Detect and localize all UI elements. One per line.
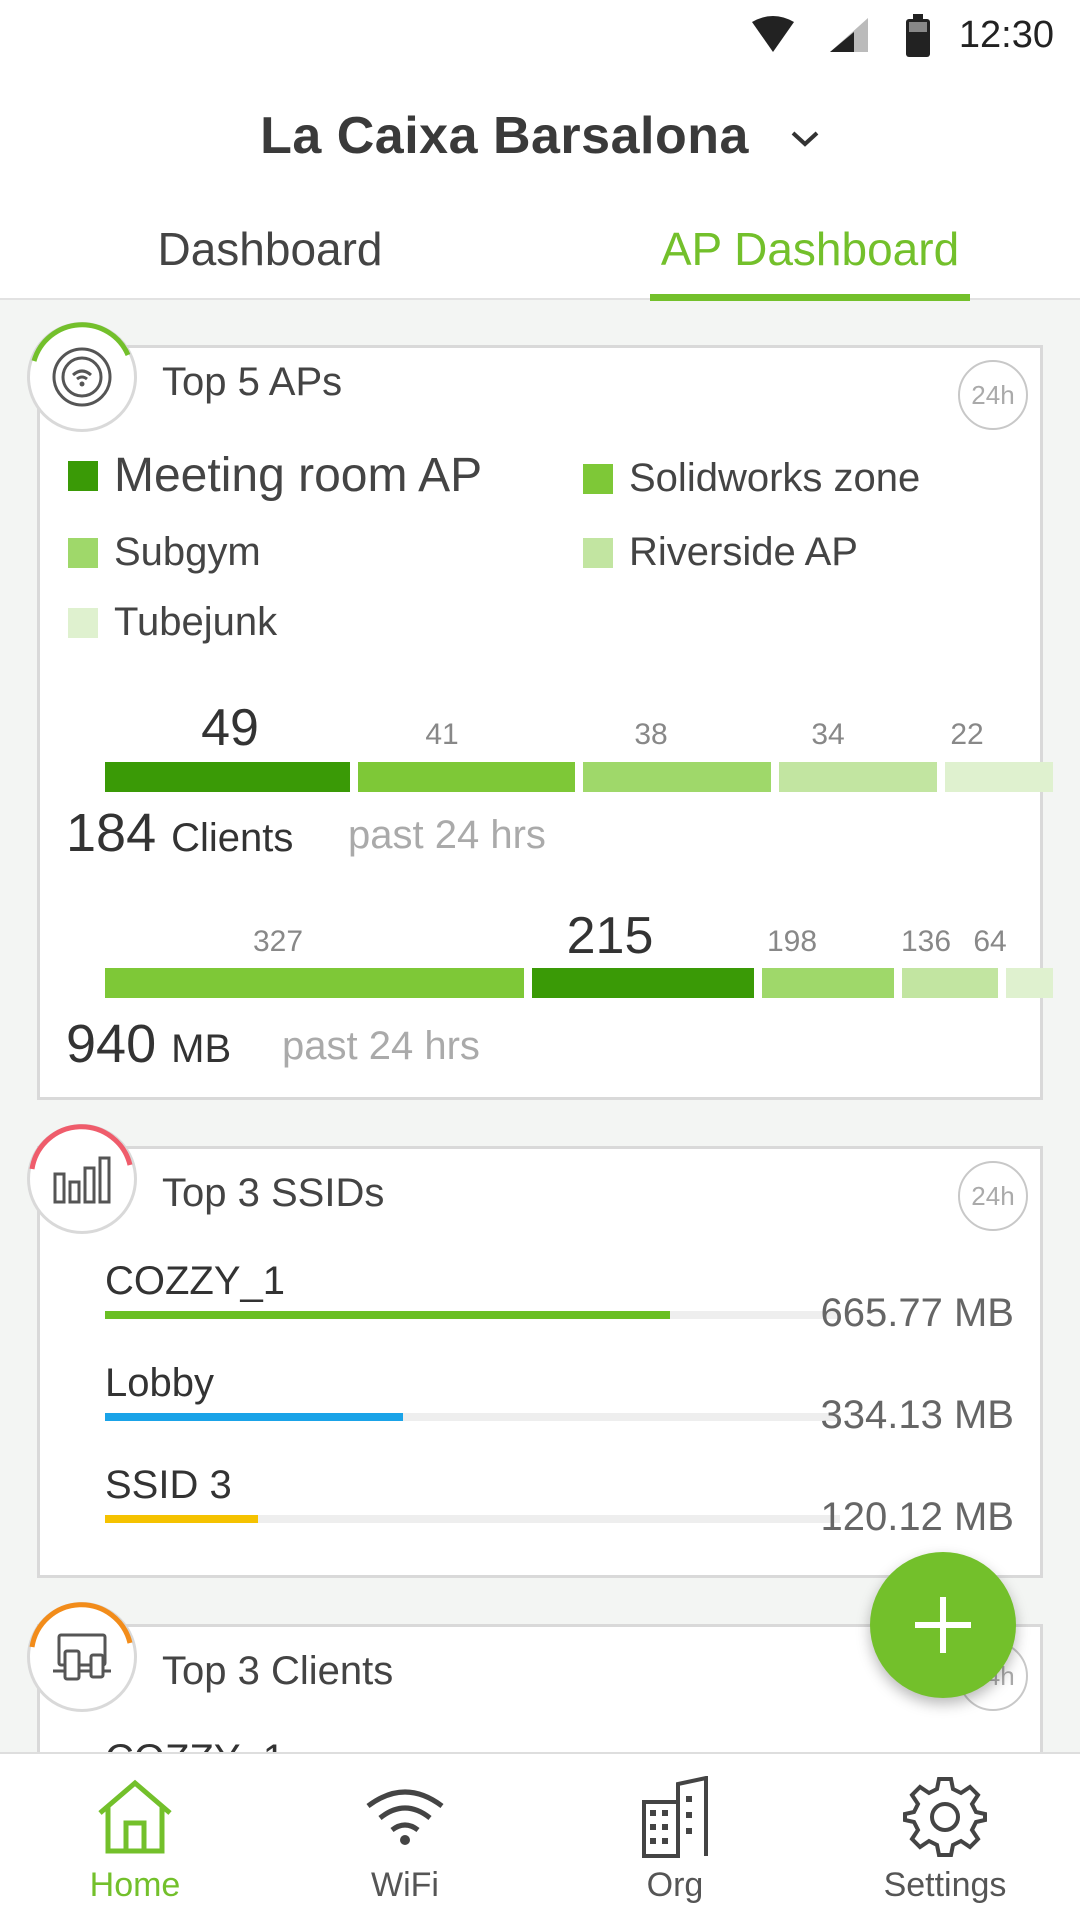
bar-segment[interactable]	[1006, 968, 1053, 998]
top-ssids-card[interactable]: Top 3 SSIDs 24h COZZY_1 665.77 MB Lobby …	[37, 1146, 1043, 1578]
badge-ring	[31, 322, 131, 362]
gear-icon	[903, 1777, 987, 1857]
card-title: Top 3 Clients	[162, 1649, 394, 1693]
nav-label: Org	[646, 1866, 704, 1904]
ssid-bar-fill	[105, 1515, 258, 1523]
card-title: Top 5 APs	[162, 360, 343, 404]
ssid-bar-fill	[105, 1311, 670, 1319]
badge-ring	[29, 1124, 133, 1170]
ssid-value: 334.13 MB	[820, 1393, 1014, 1437]
ssid-name: COZZY_1	[105, 1259, 286, 1303]
top-aps-card[interactable]: Top 5 APs 24h Meeting room AP Solidworks…	[37, 345, 1053, 1100]
period-24h-icon[interactable]: 24h	[958, 360, 1028, 430]
ssid-bar-track	[105, 1515, 840, 1523]
period-24h-icon[interactable]: 24h	[958, 1161, 1028, 1231]
usage-period: past 24 hrs	[282, 1024, 480, 1068]
legend-swatch	[583, 537, 613, 568]
clients-period: past 24 hrs	[348, 813, 546, 857]
nav-settings[interactable]: Settings	[810, 1754, 1080, 1920]
status-time: 12:30	[958, 14, 1054, 56]
usage-bar	[105, 968, 1053, 998]
bar-segment[interactable]	[945, 762, 1053, 792]
nav-label: Settings	[883, 1866, 1007, 1904]
nav-org[interactable]: Org	[540, 1754, 810, 1920]
tab-dashboard[interactable]: Dashboard	[70, 222, 470, 276]
bar-value-label: 327	[252, 925, 304, 958]
ssid-name: SSID 3	[105, 1463, 232, 1507]
bar-value-label: 41	[425, 718, 459, 751]
legend-item: Subgym	[68, 530, 261, 575]
ssid-value: 120.12 MB	[820, 1495, 1014, 1539]
bar-value-label: 49	[201, 699, 259, 757]
bar-value-label: 64	[973, 925, 1007, 958]
nav-wifi[interactable]: WiFi	[270, 1754, 540, 1920]
legend-item: Tubejunk	[68, 600, 277, 645]
active-tab-indicator	[650, 294, 970, 301]
plus-icon	[915, 1597, 971, 1653]
bar-segment[interactable]	[762, 968, 894, 998]
bar-segment[interactable]	[779, 762, 937, 792]
wifi-signal-icon	[752, 16, 794, 52]
battery-icon	[906, 14, 930, 57]
ssid-card-badge	[27, 1124, 137, 1234]
bar-segment[interactable]	[358, 762, 575, 792]
bar-value-label: 198	[766, 925, 818, 958]
org-name: La Caixa Barsalona	[260, 107, 749, 165]
clients-bar	[105, 762, 1053, 792]
building-icon	[642, 1776, 708, 1858]
legend-item: Riverside AP	[583, 530, 858, 575]
ssid-value: 665.77 MB	[820, 1291, 1014, 1335]
nav-home[interactable]: Home	[0, 1754, 270, 1920]
bar-segment[interactable]	[532, 968, 754, 998]
card-title: Top 3 SSIDs	[162, 1171, 385, 1215]
add-button[interactable]	[870, 1552, 1016, 1698]
bar-segment[interactable]	[902, 968, 998, 998]
bottom-navigation: Home WiFi Org Settings	[0, 1752, 1080, 1920]
ap-card-badge	[27, 322, 137, 432]
clients-total: 184 Clients	[66, 803, 294, 863]
bar-segment[interactable]	[105, 762, 350, 792]
legend-swatch	[583, 463, 613, 494]
bar-value-label: 136	[900, 925, 952, 958]
ssid-bar-track	[105, 1413, 840, 1421]
legend-swatch	[68, 460, 98, 491]
bar-segment[interactable]	[583, 762, 771, 792]
cell-signal-icon	[830, 18, 868, 52]
wifi-icon	[366, 1789, 444, 1845]
ssid-name: Lobby	[105, 1361, 214, 1405]
badge-ring	[29, 1602, 133, 1648]
legend-swatch	[68, 607, 98, 638]
nav-label: Home	[89, 1866, 181, 1904]
legend-swatch	[68, 537, 98, 568]
nav-label: WiFi	[371, 1866, 439, 1904]
bar-segment[interactable]	[105, 968, 524, 998]
legend-item: Meeting room AP	[68, 448, 482, 503]
bar-value-label: 38	[634, 718, 668, 751]
ssid-bar-track	[105, 1311, 840, 1319]
org-selector[interactable]: La Caixa Barsalona	[0, 106, 1080, 166]
bar-value-label: 215	[566, 907, 654, 965]
bar-value-label: 22	[950, 718, 984, 751]
home-icon	[98, 1779, 172, 1854]
tab-ap-dashboard[interactable]: AP Dashboard	[610, 222, 1010, 276]
usage-total: 940 MB	[66, 1014, 232, 1074]
bar-value-label: 34	[811, 718, 845, 751]
legend-item: Solidworks zone	[583, 456, 920, 501]
status-bar: 12:30	[0, 0, 1080, 72]
clients-card-badge	[27, 1602, 137, 1712]
ssid-bar-fill	[105, 1413, 403, 1421]
chevron-down-icon	[791, 131, 819, 147]
app-bar: La Caixa Barsalona Dashboard AP Dashboar…	[0, 72, 1080, 301]
